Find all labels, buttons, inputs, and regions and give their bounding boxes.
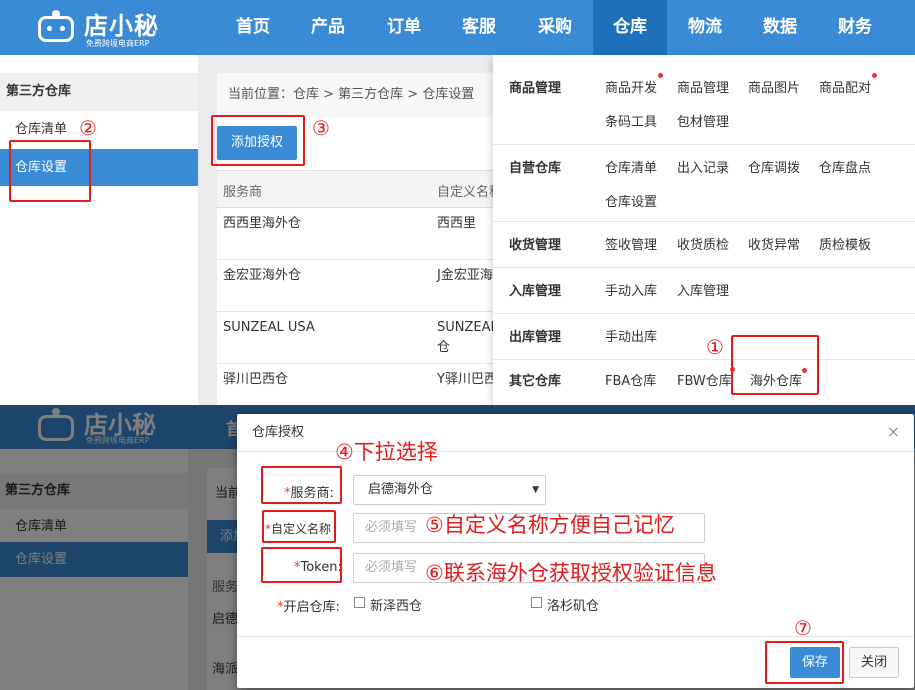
menu-link[interactable]: 包材管理: [677, 111, 729, 130]
menu-link[interactable]: 收货异常: [748, 234, 800, 253]
menu-link[interactable]: 仓库清单: [605, 157, 657, 176]
annotation-4: ④下拉选择: [335, 440, 438, 464]
annotation-3: ③: [312, 116, 330, 140]
menu-link[interactable]: 仓库设置: [605, 191, 657, 210]
checkbox-label: 洛杉矶仓: [547, 599, 600, 614]
annotation-5: ⑤自定义名称方便自己记忆: [425, 513, 675, 537]
menu-link[interactable]: 手动入库: [605, 280, 657, 299]
menu-category: 商品管理: [509, 81, 562, 96]
menu-row-receiving: 收货管理 签收管理 收货质检 收货异常 质检模板: [493, 222, 915, 268]
menu-link[interactable]: 收货质检: [677, 234, 729, 253]
checkbox-label: 新泽西仓: [370, 599, 423, 614]
logo[interactable]: 店小秘 免费跨境电商ERP: [36, 4, 166, 50]
nav-purchase[interactable]: 采购: [518, 0, 592, 55]
table-row[interactable]: SUNZEAL USA SUNZEAL 仓: [217, 312, 507, 364]
menu-link[interactable]: FBA仓库: [605, 370, 656, 389]
caret-down-icon: ▼: [532, 485, 539, 495]
table-header: 服务商 自定义名称: [217, 170, 507, 208]
annotation-6: ⑥联系海外仓获取授权验证信息: [425, 561, 717, 585]
cell-alias: 西西里: [437, 216, 477, 231]
logo-name: 店小秘: [84, 12, 159, 40]
nav-logistics[interactable]: 物流: [668, 0, 742, 55]
robot-logo-icon: [36, 10, 76, 44]
breadcrumb: 当前位置：仓库 > 第三方仓库 > 仓库设置: [217, 73, 507, 117]
nav-finance[interactable]: 财务: [818, 0, 892, 55]
nav-home[interactable]: 首页: [216, 0, 290, 55]
menu-row-outbound: 出库管理 手动出库: [493, 314, 915, 360]
menu-category: 出库管理: [509, 330, 562, 345]
menu-link[interactable]: FBW仓库: [677, 370, 732, 389]
annotation-box-4: [261, 466, 342, 504]
cell-provider: 金宏亚海外仓: [223, 268, 302, 283]
annotation-box-3: [211, 115, 305, 166]
new-dot-icon: [658, 73, 663, 78]
sidebar-title: 第三方仓库: [0, 73, 198, 111]
table-row[interactable]: 西西里海外仓 西西里: [217, 208, 507, 260]
menu-link[interactable]: 商品图片: [748, 77, 800, 96]
annotation-7: ⑦: [794, 616, 812, 640]
checkbox-los-angeles[interactable]: [531, 597, 542, 608]
provider-select[interactable]: 启德海外仓 ▼: [353, 475, 546, 505]
nav-warehouse[interactable]: 仓库: [593, 0, 667, 55]
close-button[interactable]: 关闭: [849, 647, 899, 678]
cell-provider: SUNZEAL USA: [223, 320, 315, 335]
annotation-box-1: [731, 335, 819, 395]
nav-products[interactable]: 产品: [291, 0, 365, 55]
nav-orders[interactable]: 订单: [367, 0, 441, 55]
annotation-box-7: [765, 641, 844, 684]
menu-link[interactable]: 签收管理: [605, 234, 657, 253]
cell-alias: SUNZEAL: [437, 320, 498, 335]
annotation-1: ①: [706, 335, 724, 359]
menu-link[interactable]: 商品开发: [605, 77, 657, 96]
menu-link[interactable]: 手动出库: [605, 326, 657, 345]
annotation-box-5: [262, 510, 336, 543]
new-dot-icon: [872, 73, 877, 78]
logo-subtitle: 免费跨境电商ERP: [86, 39, 150, 48]
menu-row-inbound: 入库管理 手动入库 入库管理: [493, 268, 915, 314]
menu-link[interactable]: 仓库调拨: [748, 157, 800, 176]
top-navbar: 店小秘 免费跨境电商ERP 首页 产品 订单 客服 采购 仓库 物流 数据 财务: [0, 0, 915, 55]
menu-category: 入库管理: [509, 284, 562, 299]
table-row[interactable]: 金宏亚海外仓 J金宏亚海: [217, 260, 507, 312]
modal-footer-divider: [237, 636, 914, 637]
menu-row-other: 其它仓库 FBA仓库 FBW仓库 海外仓库: [493, 360, 915, 405]
menu-link[interactable]: 商品配对: [819, 77, 871, 96]
nav-service[interactable]: 客服: [442, 0, 516, 55]
cell-alias-wrap: 仓: [437, 340, 451, 355]
menu-category: 自营仓库: [509, 161, 562, 176]
menu-link[interactable]: 仓库盘点: [819, 157, 871, 176]
warehouse-dropdown-menu: 商品管理 商品开发 商品管理 商品图片 商品配对 条码工具 包材管理 自营仓库 …: [493, 55, 915, 405]
menu-link[interactable]: 出入记录: [677, 157, 729, 176]
close-icon[interactable]: ×: [887, 422, 900, 441]
annotation-2: ②: [79, 116, 97, 140]
menu-link[interactable]: 质检模板: [819, 234, 871, 253]
cell-alias: Y驿川巴西: [437, 372, 497, 387]
column-header-provider: 服务商: [223, 185, 263, 200]
enable-warehouse-label: *开启仓库:: [277, 600, 340, 615]
menu-category: 其它仓库: [509, 374, 562, 389]
annotation-box-2: [9, 140, 91, 202]
menu-row-product: 商品管理 商品开发 商品管理 商品图片 商品配对 条码工具 包材管理: [493, 55, 915, 145]
checkbox-new-jersey[interactable]: [354, 597, 365, 608]
menu-link[interactable]: 商品管理: [677, 77, 729, 96]
nav-data[interactable]: 数据: [743, 0, 817, 55]
cell-provider: 西西里海外仓: [223, 216, 302, 231]
menu-category: 收货管理: [509, 238, 562, 253]
cell-alias: J金宏亚海: [437, 268, 493, 283]
cell-provider: 驿川巴西仓: [223, 372, 289, 387]
menu-link[interactable]: 条码工具: [605, 111, 657, 130]
menu-row-own-warehouse: 自营仓库 仓库清单 出入记录 仓库调拨 仓库盘点 仓库设置: [493, 145, 915, 222]
annotation-box-6: [261, 547, 342, 583]
sidebar: 第三方仓库 仓库清单 仓库设置: [0, 73, 198, 393]
menu-link[interactable]: 入库管理: [677, 280, 729, 299]
